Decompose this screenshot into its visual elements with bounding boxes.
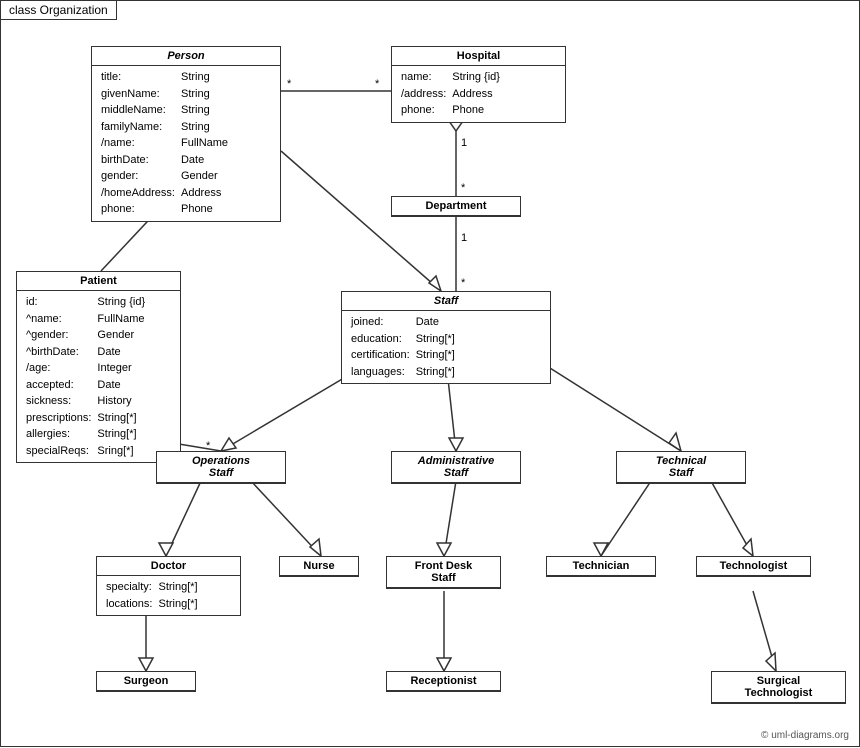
svg-text:*: * xyxy=(461,182,466,194)
patient-class: Patient id:String {id} ^name:FullName ^g… xyxy=(16,271,181,463)
hospital-header: Hospital xyxy=(392,47,565,66)
doctor-class: Doctor specialty:String[*] locations:Str… xyxy=(96,556,241,616)
operations-staff-class: OperationsStaff xyxy=(156,451,286,484)
doctor-body: specialty:String[*] locations:String[*] xyxy=(97,576,240,615)
person-class: Person title:String givenName:String mid… xyxy=(91,46,281,222)
surgical-technologist-header: SurgicalTechnologist xyxy=(712,672,845,703)
front-desk-staff-class: Front DeskStaff xyxy=(386,556,501,589)
technologist-header: Technologist xyxy=(697,557,810,576)
nurse-header: Nurse xyxy=(280,557,358,576)
staff-class: Staff joined:Date education:String[*] ce… xyxy=(341,291,551,384)
patient-body: id:String {id} ^name:FullName ^gender:Ge… xyxy=(17,291,180,462)
hospital-body: name:String {id} /address:Address phone:… xyxy=(392,66,565,122)
department-header: Department xyxy=(392,197,520,216)
technical-staff-class: TechnicalStaff xyxy=(616,451,746,484)
doctor-header: Doctor xyxy=(97,557,240,576)
technician-header: Technician xyxy=(547,557,655,576)
svg-text:*: * xyxy=(461,277,466,289)
diagram-container: class Organization * * 1 * 1 * * * xyxy=(0,0,860,747)
svg-text:*: * xyxy=(375,78,380,90)
nurse-class: Nurse xyxy=(279,556,359,577)
technical-staff-header: TechnicalStaff xyxy=(617,452,745,483)
svg-text:*: * xyxy=(287,78,292,90)
receptionist-header: Receptionist xyxy=(387,672,500,691)
front-desk-staff-header: Front DeskStaff xyxy=(387,557,500,588)
staff-body: joined:Date education:String[*] certific… xyxy=(342,311,550,383)
surgeon-header: Surgeon xyxy=(97,672,195,691)
person-header: Person xyxy=(92,47,280,66)
department-class: Department xyxy=(391,196,521,217)
diagram-title: class Organization xyxy=(1,1,117,20)
administrative-staff-class: AdministrativeStaff xyxy=(391,451,521,484)
svg-text:1: 1 xyxy=(461,232,467,244)
technologist-class: Technologist xyxy=(696,556,811,577)
technician-class: Technician xyxy=(546,556,656,577)
patient-header: Patient xyxy=(17,272,180,291)
receptionist-class: Receptionist xyxy=(386,671,501,692)
administrative-staff-header: AdministrativeStaff xyxy=(392,452,520,483)
hospital-class: Hospital name:String {id} /address:Addre… xyxy=(391,46,566,123)
copyright: © uml-diagrams.org xyxy=(761,730,849,741)
svg-text:1: 1 xyxy=(461,137,467,149)
operations-staff-header: OperationsStaff xyxy=(157,452,285,483)
surgeon-class: Surgeon xyxy=(96,671,196,692)
surgical-technologist-class: SurgicalTechnologist xyxy=(711,671,846,704)
person-body: title:String givenName:String middleName… xyxy=(92,66,280,221)
staff-header: Staff xyxy=(342,292,550,311)
